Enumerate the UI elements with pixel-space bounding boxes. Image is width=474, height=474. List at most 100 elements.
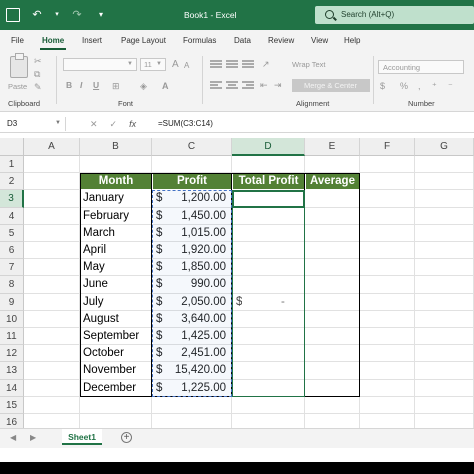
align-left-icon[interactable] (210, 81, 222, 89)
row-header-3[interactable]: 3 (0, 190, 24, 208)
add-sheet-icon[interactable]: + (121, 432, 132, 443)
tab-page-layout[interactable]: Page Layout (121, 36, 166, 45)
gridline (24, 413, 474, 414)
column-header-g[interactable]: G (415, 138, 474, 156)
title-bar: s ↶ ▾ ↷ ▾ Book1 - Excel Search (Alt+Q) (0, 0, 474, 30)
row-header-6[interactable]: 6 (0, 242, 24, 260)
quick-access-toolbar: s ↶ ▾ ↷ ▾ (6, 8, 108, 22)
active-cell[interactable] (232, 190, 305, 208)
increase-decimal-icon[interactable]: ⁺ (432, 81, 437, 91)
undo-icon[interactable]: ↶ (30, 8, 44, 22)
prev-sheet-icon[interactable]: ◀ (10, 433, 16, 442)
insert-function-icon[interactable]: fx (129, 119, 136, 130)
sheet-tab[interactable]: Sheet1 (62, 429, 102, 445)
comma-style-icon[interactable]: , (418, 81, 421, 91)
chevron-down-icon: ▼ (156, 61, 162, 67)
align-center-icon[interactable] (226, 81, 238, 89)
redo-icon[interactable]: ↷ (70, 8, 84, 22)
column-header-f[interactable]: F (360, 138, 415, 156)
ribbon-separator (202, 56, 203, 104)
row-header-2[interactable]: 2 (0, 173, 24, 191)
row-header-1[interactable]: 1 (0, 156, 24, 174)
save-icon[interactable]: s (6, 8, 20, 22)
search-icon (325, 10, 334, 19)
ribbon: Paste ✂ ⧉ ✎ Clipboard ▼ 11 ▼ A A B I U ⊞… (0, 52, 474, 112)
row-header-10[interactable]: 10 (0, 310, 24, 328)
row-header-7[interactable]: 7 (0, 259, 24, 277)
italic-button[interactable]: I (80, 80, 82, 90)
formula-input[interactable]: =SUM(C3:C14) (158, 119, 213, 128)
font-name-dropdown[interactable]: ▼ (63, 58, 137, 71)
column-header-b[interactable]: B (80, 138, 152, 156)
currency-icon[interactable]: $ (380, 81, 385, 91)
borders-icon[interactable]: ⊞ (112, 81, 120, 91)
customize-toolbar-icon[interactable]: ▾ (94, 8, 108, 22)
row-header-11[interactable]: 11 (0, 328, 24, 346)
tab-home[interactable]: Home (39, 36, 67, 50)
middle-align-icon[interactable] (226, 60, 238, 68)
number-format-dropdown[interactable]: Accounting (378, 60, 464, 74)
number-format-value: Accounting (383, 63, 421, 72)
font-size-dropdown[interactable]: 11 ▼ (140, 58, 166, 71)
decrease-indent-icon[interactable]: ⇤ (260, 80, 268, 90)
tab-review[interactable]: Review (268, 36, 294, 45)
bottom-align-icon[interactable] (242, 60, 254, 68)
format-painter-icon[interactable]: ✎ (34, 82, 42, 92)
column-header-a[interactable]: A (24, 138, 80, 156)
row-header-5[interactable]: 5 (0, 224, 24, 242)
row-header-12[interactable]: 12 (0, 345, 24, 363)
orientation-icon[interactable]: ↗ (262, 59, 270, 69)
cancel-icon[interactable]: ✕ (90, 119, 98, 130)
bold-button[interactable]: B (66, 80, 72, 90)
align-right-icon[interactable] (242, 81, 254, 89)
formula-bar: D3 ▼ ✕ ✓ fx =SUM(C3:C14) (0, 116, 474, 133)
fill-color-icon[interactable]: ◈ (140, 81, 147, 91)
font-group-label: Font (118, 99, 134, 108)
tab-data[interactable]: Data (234, 36, 251, 45)
copy-icon[interactable]: ⧉ (34, 69, 40, 79)
column-header-d[interactable]: D (232, 138, 305, 156)
wrap-text-button[interactable]: Wrap Text (292, 60, 326, 69)
decrease-font-icon[interactable]: A (184, 61, 189, 71)
search-placeholder: Search (Alt+Q) (341, 10, 395, 19)
increase-indent-icon[interactable]: ⇥ (274, 80, 282, 90)
top-align-icon[interactable] (210, 60, 222, 68)
next-sheet-icon[interactable]: ▶ (30, 433, 36, 442)
column-header-e[interactable]: E (305, 138, 360, 156)
row-header-9[interactable]: 9 (0, 293, 24, 311)
enter-icon[interactable]: ✓ (110, 119, 118, 130)
paste-label[interactable]: Paste (8, 82, 27, 91)
search-box[interactable]: Search (Alt+Q) (315, 6, 474, 24)
sheet-tab-bar: ◀ ▶ Sheet1 + (0, 428, 474, 448)
undo-dropdown-icon[interactable]: ▾ (54, 8, 60, 22)
row-header-13[interactable]: 13 (0, 362, 24, 380)
row-header-15[interactable]: 15 (0, 396, 24, 414)
row-header-14[interactable]: 14 (0, 379, 24, 397)
merge-center-button[interactable]: Merge & Center (292, 79, 370, 92)
spreadsheet-grid[interactable]: A B C D E F G 1 2 3 4 5 6 7 8 9 10 11 12 13 14 15 16 Month Profi… (0, 138, 474, 432)
decrease-decimal-icon[interactable]: ⁻ (448, 81, 453, 91)
row-header-4[interactable]: 4 (0, 207, 24, 225)
tab-view[interactable]: View (311, 36, 328, 45)
chevron-down-icon: ▼ (127, 61, 133, 67)
paste-icon[interactable] (10, 53, 28, 78)
font-color-icon[interactable]: A (162, 81, 169, 91)
ribbon-tabs: File Home Insert Page Layout Formulas Da… (0, 30, 474, 52)
tab-insert[interactable]: Insert (82, 36, 102, 45)
clipboard-group-label: Clipboard (8, 99, 41, 108)
column-header-c[interactable]: C (152, 138, 232, 156)
row-header-8[interactable]: 8 (0, 276, 24, 294)
tab-help[interactable]: Help (344, 36, 360, 45)
percent-icon[interactable]: % (400, 81, 408, 91)
increase-font-icon[interactable]: A (172, 60, 179, 70)
referenced-range (152, 190, 232, 397)
underline-button[interactable]: U (93, 80, 99, 90)
selected-range[interactable] (232, 190, 305, 397)
tab-file[interactable]: File (11, 36, 24, 45)
tab-formulas[interactable]: Formulas (183, 36, 216, 45)
cut-icon[interactable]: ✂ (34, 56, 42, 66)
chevron-down-icon: ▼ (55, 120, 61, 126)
name-box[interactable]: D3 ▼ (4, 117, 66, 131)
select-all-corner[interactable] (0, 138, 24, 156)
cell-total-profit-dash: - (281, 295, 285, 308)
